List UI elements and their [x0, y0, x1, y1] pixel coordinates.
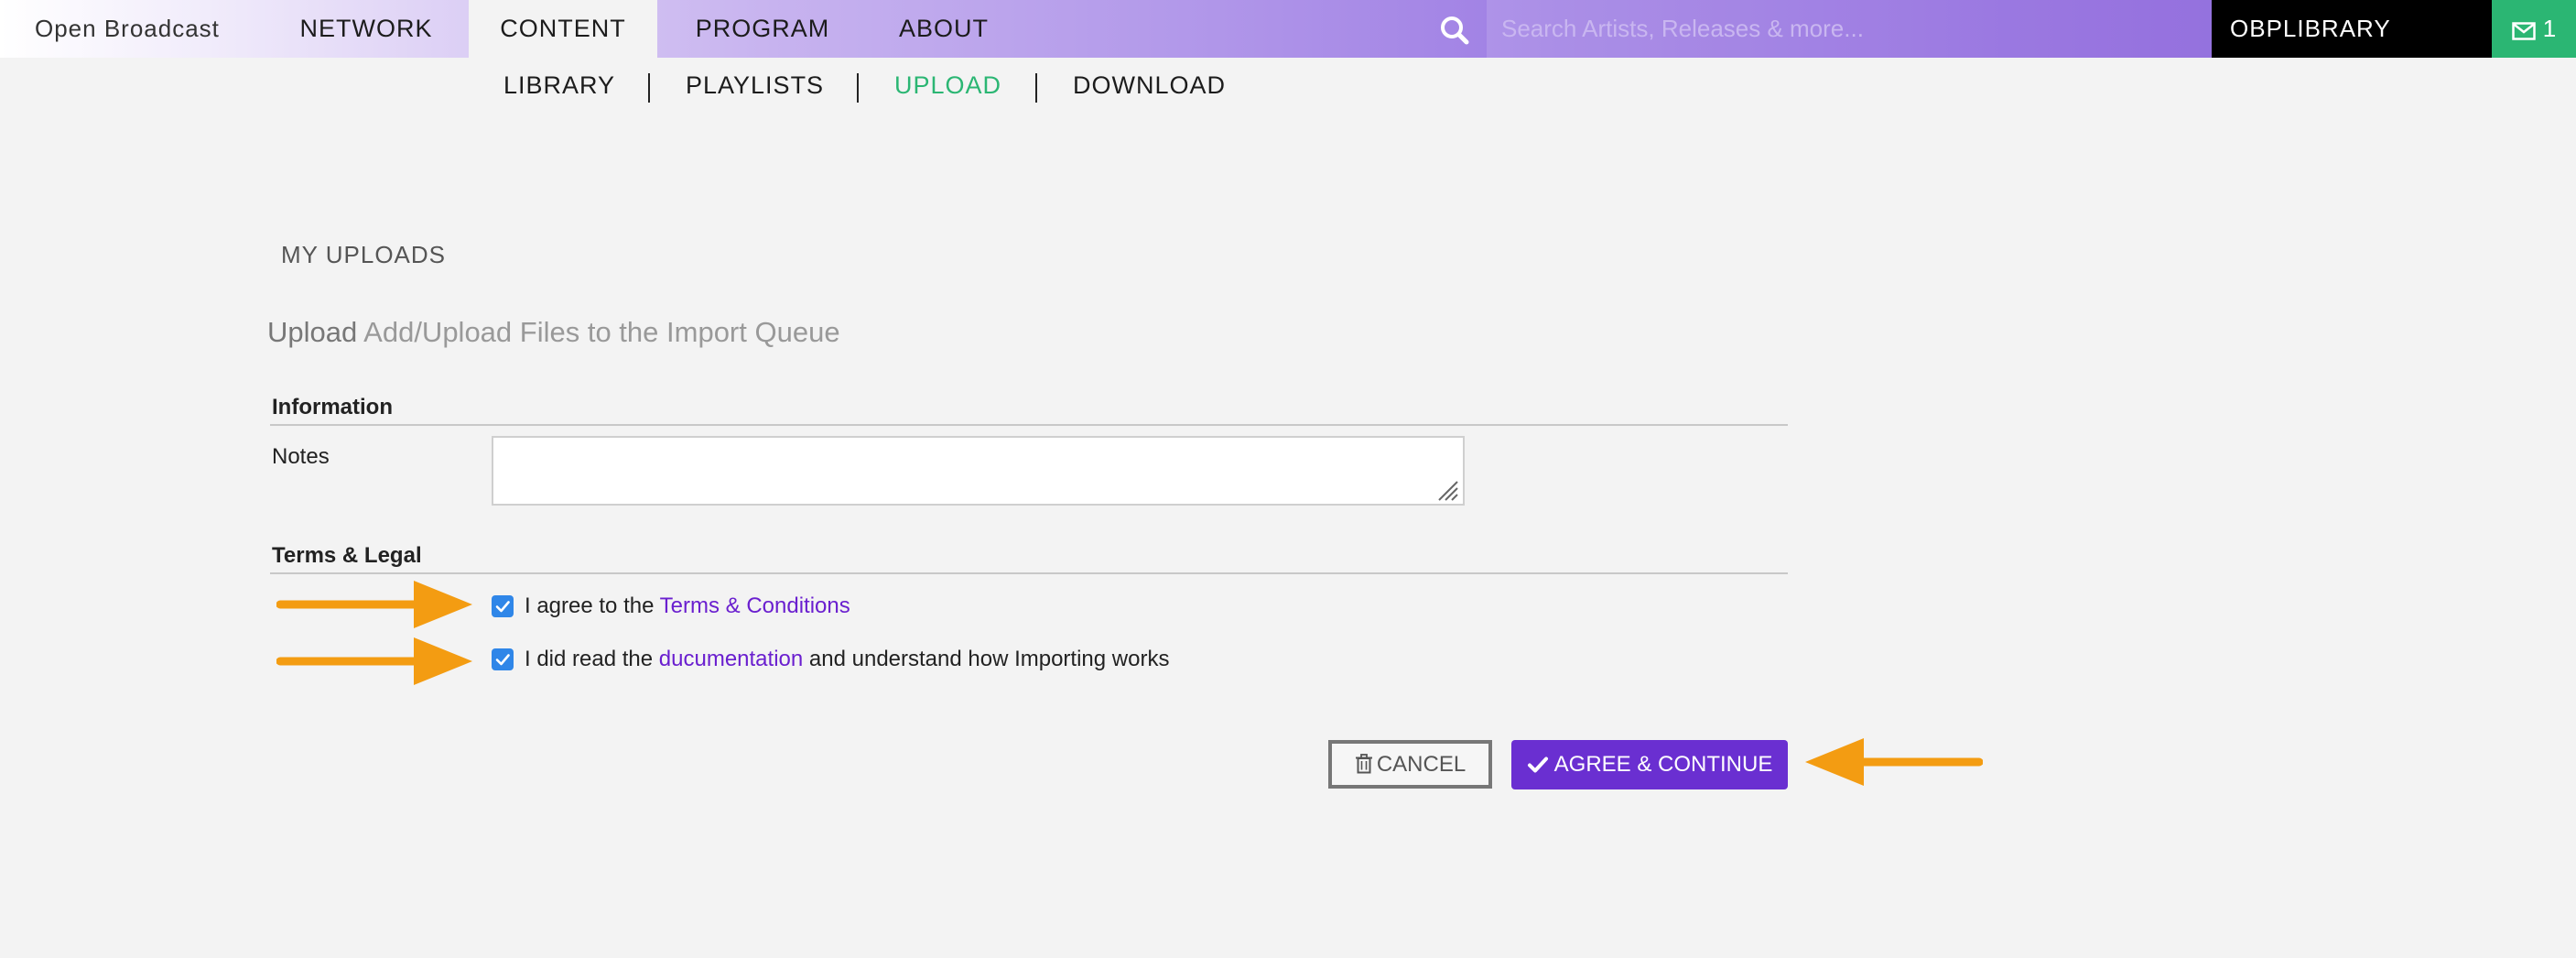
- notes-label: Notes: [272, 444, 330, 469]
- notes-textarea[interactable]: [492, 436, 1465, 506]
- annotation-arrow-icon: [1805, 738, 1983, 786]
- subnav-separator: [857, 73, 859, 103]
- subnav-separator: [648, 73, 650, 103]
- nav-about[interactable]: ABOUT: [868, 0, 1020, 58]
- search-input[interactable]: [1487, 0, 2212, 58]
- terms-divider: [270, 572, 1788, 574]
- subnav-upload[interactable]: UPLOAD: [894, 71, 1001, 100]
- subnav-separator: [1035, 73, 1037, 103]
- nav-network[interactable]: NETWORK: [275, 0, 458, 58]
- annotation-arrow-icon: [276, 637, 472, 685]
- search-icon[interactable]: [1439, 15, 1470, 46]
- section-heading: MY UPLOADS: [281, 241, 447, 268]
- documentation-link[interactable]: ducumentation: [659, 647, 803, 671]
- agree-continue-button[interactable]: AGREE & CONTINUE: [1511, 740, 1788, 789]
- envelope-icon: [2512, 22, 2536, 40]
- read-docs-text: I did read the: [525, 647, 654, 671]
- page-subtitle: Add/Upload Files to the Import Queue: [363, 316, 840, 348]
- subnav-download[interactable]: DOWNLOAD: [1073, 71, 1226, 100]
- subnav-library[interactable]: LIBRARY: [503, 71, 615, 100]
- library-switcher-button[interactable]: OBPLIBRARY: [2212, 0, 2492, 58]
- search-field: [1487, 0, 2212, 58]
- information-divider: [270, 424, 1788, 426]
- annotation-arrow-icon: [276, 581, 472, 628]
- messages-count: 1: [2542, 15, 2557, 42]
- nav-content[interactable]: CONTENT: [469, 0, 657, 58]
- cancel-button[interactable]: CANCEL: [1328, 740, 1492, 789]
- read-docs-suffix: and understand how Importing works: [808, 647, 1170, 671]
- page-title: Upload Add/Upload Files to the Import Qu…: [267, 316, 840, 349]
- nav-program[interactable]: PROGRAM: [663, 0, 862, 58]
- brand-logo[interactable]: Open Broadcast: [35, 0, 220, 58]
- check-icon: [1527, 757, 1548, 773]
- top-navigation-bar: Open Broadcast NETWORK CONTENT PROGRAM A…: [0, 0, 2576, 58]
- agree-terms-label: I agree to the Terms & Conditions: [525, 592, 850, 621]
- page-title-main: Upload: [267, 316, 358, 348]
- terms-legend: Terms & Legal: [272, 543, 422, 568]
- terms-conditions-link[interactable]: Terms & Conditions: [660, 593, 850, 618]
- messages-button[interactable]: 1: [2492, 0, 2576, 58]
- agree-terms-checkbox[interactable]: [492, 595, 514, 617]
- cancel-label: CANCEL: [1376, 752, 1467, 777]
- agree-terms-text: I agree to the: [525, 593, 655, 618]
- resize-grip-icon[interactable]: [1435, 478, 1459, 502]
- trash-icon: [1355, 754, 1372, 774]
- checkmark-icon: [495, 654, 510, 666]
- read-docs-label: I did read the ducumentation and underst…: [525, 645, 1169, 674]
- checkmark-icon: [495, 601, 510, 613]
- subnav-playlists[interactable]: PLAYLISTS: [686, 71, 824, 100]
- agree-continue-label: AGREE & CONTINUE: [1553, 752, 1773, 777]
- read-docs-checkbox[interactable]: [492, 648, 514, 670]
- information-legend: Information: [272, 395, 393, 419]
